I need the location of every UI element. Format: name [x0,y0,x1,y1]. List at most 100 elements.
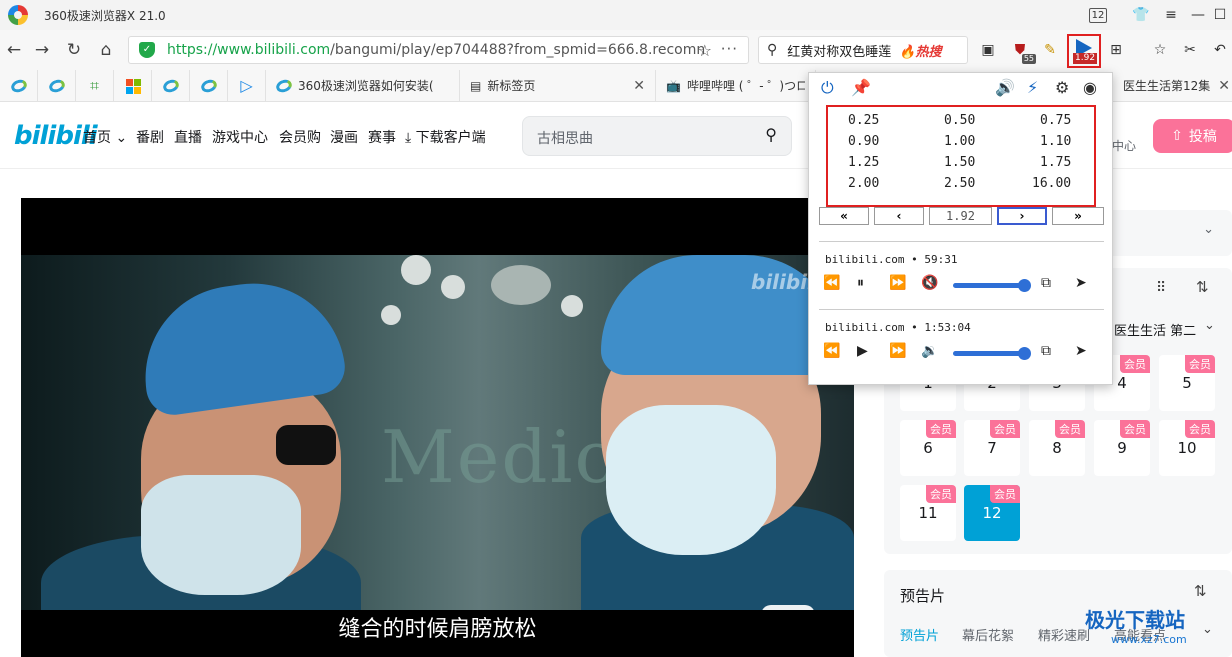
tab-360-guide[interactable]: 360极速浏览器如何安装( [266,69,460,102]
pinned-tab[interactable]: ▷ [228,69,266,102]
tab-count-button[interactable]: 12 [1078,0,1118,30]
speed-decrease-button[interactable]: ‹ [874,207,924,225]
tab-new-tab[interactable]: ▤ 新标签页 ✕ [460,69,656,102]
pinned-tab[interactable] [0,69,38,102]
speed-option[interactable]: 1.50 [944,155,975,170]
speed-option[interactable]: 0.25 [848,113,879,128]
mute-icon[interactable]: 🔇 [921,275,938,291]
home-icon[interactable]: ⌂ [94,38,118,62]
episode-8[interactable]: 8 会员 [1029,420,1085,476]
url-text[interactable]: https://www.bilibili.com/bangumi/play/ep… [167,42,705,58]
episode-10[interactable]: 10 会员 [1159,420,1215,476]
preview-tab-highlights[interactable]: 精彩速刷 [1038,625,1090,644]
tab-bilibili[interactable]: 📺 哔哩哔哩 ( ゜- ゜)つロ 千 [656,69,816,102]
speed-option[interactable]: 1.10 [1040,134,1071,149]
preview-tab-trailer[interactable]: 预告片 [900,625,939,644]
episode-7[interactable]: 7 会员 [964,420,1020,476]
video-speed-extension-button[interactable]: 1.92 [1067,34,1101,68]
search-query[interactable]: 红黄对称双色睡莲 [787,41,891,60]
reader-extension-icon[interactable]: ▣ [976,38,1000,62]
speed-option[interactable]: 2.50 [944,176,975,191]
episode-12-current[interactable]: 12 会员 [964,485,1020,541]
close-icon[interactable]: ✕ [1218,78,1230,94]
pin-icon[interactable]: 📌 [851,78,871,97]
picture-in-picture-icon[interactable]: ⧉ [1041,275,1051,291]
video-player[interactable]: Medica bilibili 缝合的时候肩膀放松 [21,198,854,657]
url-bar[interactable]: ✓ https://www.bilibili.com/bangumi/play/… [128,36,749,64]
pinned-tab[interactable] [190,69,228,102]
rewind-icon[interactable]: ⏪ [823,343,840,359]
speed-option[interactable]: 0.90 [848,134,879,149]
episode-6[interactable]: 6 会员 [900,420,956,476]
nav-game-center[interactable]: 游戏中心 [212,127,268,147]
nav-bangumi[interactable]: 番剧 [136,127,164,147]
speed-option[interactable]: 1.25 [848,155,879,170]
search-icon[interactable]: ⚲ [765,125,777,144]
speed-option[interactable]: 1.00 [944,134,975,149]
lightning-icon[interactable]: ⚡ [1027,78,1038,97]
nav-esports[interactable]: 赛事 [368,127,396,147]
volume-slider[interactable] [953,347,1031,360]
power-icon[interactable]: ⏻ [821,78,834,98]
sort-icon[interactable]: ⇅ [1194,582,1207,600]
adblock-extension-icon[interactable]: ⛊ 55 [1008,38,1036,64]
nav-manga[interactable]: 漫画 [330,127,358,147]
volume-slider[interactable] [953,279,1031,292]
undo-icon[interactable]: ↶ [1208,38,1232,62]
nav-download-client[interactable]: ⤓ 下载客户端 [405,127,486,147]
search-box[interactable]: ⚲ 红黄对称双色睡莲 🔥热搜 [758,36,968,64]
cursor-icon[interactable]: ➤ [1075,275,1087,291]
nav-home[interactable]: 首页 ⌄ [83,127,127,147]
speed-decrease-large-button[interactable]: « [819,207,869,225]
creator-center-link[interactable]: 中心 [1112,137,1136,154]
more-icon[interactable]: ··· [721,40,738,58]
pause-icon[interactable]: ⏸ [857,275,864,291]
chevron-down-icon[interactable]: ⌄ [1203,222,1214,237]
cursor-icon[interactable]: ➤ [1075,343,1087,359]
pinned-tab[interactable] [38,69,76,102]
volume-icon[interactable]: 🔉 [921,343,938,359]
fast-forward-icon[interactable]: ⏩ [889,343,906,359]
upload-button[interactable]: ⇧ 投稿 [1153,119,1232,153]
speed-option[interactable]: 2.00 [848,176,879,191]
maximize-icon[interactable]: ☐ [1200,0,1232,30]
chevron-down-icon[interactable]: ⌄ [1204,318,1215,333]
speed-option[interactable]: 0.50 [944,113,975,128]
fast-forward-icon[interactable]: ⏩ [889,275,906,291]
nav-live[interactable]: 直播 [174,127,202,147]
speed-increase-large-button[interactable]: » [1052,207,1104,225]
speed-option[interactable]: 0.75 [1040,113,1071,128]
speed-increase-button[interactable]: › [997,207,1047,225]
grid-view-icon[interactable]: ⠿ [1156,280,1166,296]
episode-11[interactable]: 11 会员 [900,485,956,541]
volume-icon[interactable]: 🔊 [995,78,1015,97]
back-icon[interactable]: ← [2,38,26,62]
rewind-icon[interactable]: ⏪ [823,275,840,291]
bookmark-star-icon[interactable]: ☆ [698,41,712,60]
sort-icon[interactable]: ⇅ [1196,278,1209,296]
translate-extension-icon[interactable]: ✎ [1038,38,1062,62]
play-icon[interactable]: ▶ [857,343,868,359]
forward-icon[interactable]: → [30,38,54,62]
episode-9[interactable]: 9 会员 [1094,420,1150,476]
favorites-icon[interactable]: ☆ [1148,38,1172,62]
preview-tab-behind-scenes[interactable]: 幕后花絮 [962,625,1014,644]
speed-option[interactable]: 16.00 [1032,176,1071,191]
bilibili-play-icon[interactable] [761,605,815,610]
pinned-tab[interactable] [114,69,152,102]
speed-option[interactable]: 1.75 [1040,155,1071,170]
bilibili-search-input[interactable]: 古相思曲 ⚲ [522,116,792,156]
nav-vip-shop[interactable]: 会员购 [279,127,321,147]
current-speed-field[interactable]: 1.92 [929,207,992,225]
screenshot-icon[interactable]: ✂ [1178,38,1202,62]
pinned-tab[interactable] [152,69,190,102]
close-icon[interactable]: ✕ [633,78,645,94]
chevron-down-icon[interactable]: ⌄ [1202,622,1213,637]
picture-in-picture-icon[interactable]: ⧉ [1041,343,1051,359]
tab-doctor-life[interactable]: 医生生活第12集 ✕ [1113,70,1232,102]
hot-search-label[interactable]: 🔥热搜 [899,41,941,60]
reload-icon[interactable]: ↻ [62,38,86,62]
apps-grid-icon[interactable]: ⊞ [1104,38,1128,62]
settings-gear-icon[interactable]: ⚙ [1055,78,1069,97]
github-icon[interactable]: ◉ [1083,78,1097,97]
